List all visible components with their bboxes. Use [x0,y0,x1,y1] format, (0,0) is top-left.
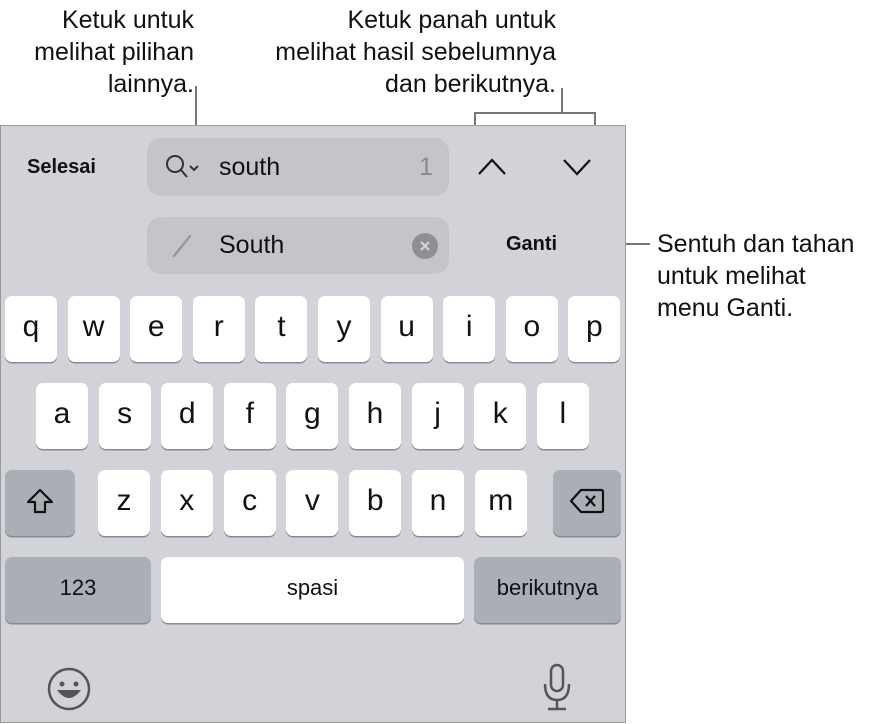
annotation-line: Sentuh dan tahan [657,230,855,258]
clear-icon[interactable] [412,232,438,259]
done-button[interactable]: Selesai [27,156,96,179]
key-u[interactable]: u [380,296,433,362]
key-l[interactable]: l [536,383,589,449]
next-key[interactable]: berikutnya [474,557,621,623]
key-r[interactable]: r [192,296,245,362]
key-x[interactable]: x [160,470,213,536]
callout-bracket-stem [561,88,563,113]
key-g[interactable]: g [286,383,339,449]
key-s[interactable]: s [98,383,151,449]
find-replace-keyboard: Selesai south 1 South Ganti qwertyuiopas… [0,125,626,723]
key-b[interactable]: b [349,470,402,536]
pencil-icon [172,234,192,257]
replace-field[interactable]: South [147,217,449,274]
key-j[interactable]: j [411,383,464,449]
key-q[interactable]: q [5,296,57,362]
search-options-icon[interactable] [163,152,203,182]
annotation-options: Ketuk untuk melihat pilihan lainnya. [34,4,194,100]
annotation-line: menu Ganti. [657,294,794,322]
key-a[interactable]: a [36,383,88,449]
delete-icon [569,488,605,514]
search-field[interactable]: south 1 [147,138,449,196]
key-f[interactable]: f [223,383,276,449]
annotation-arrows: Ketuk panah untuk melihat hasil sebelumn… [275,4,556,100]
key-y[interactable]: y [318,296,370,362]
key-i[interactable]: i [443,296,496,362]
key-h[interactable]: h [349,383,401,449]
annotation-line: melihat hasil sebelumnya [275,38,556,66]
key-c[interactable]: c [223,470,276,536]
shift-icon [26,488,54,514]
key-w[interactable]: w [67,296,120,362]
search-input[interactable]: south [219,153,419,182]
key-m[interactable]: m [474,470,527,536]
space-key[interactable]: spasi [161,557,464,623]
previous-result-icon[interactable] [476,154,508,178]
callout-bracket-left [474,112,476,126]
emoji-icon[interactable] [46,666,92,712]
key-t[interactable]: t [255,296,308,362]
key-k[interactable]: k [474,383,527,449]
replace-input[interactable]: South [219,231,412,260]
annotation-line: melihat pilihan [34,38,194,66]
annotation-line: untuk melihat [657,262,806,290]
next-result-icon[interactable] [561,156,593,180]
key-d[interactable]: d [161,383,214,449]
annotation-line: dan berikutnya. [385,70,556,98]
key-o[interactable]: o [505,296,558,362]
annotation-line: Ketuk untuk [61,6,194,34]
annotation-replace: Sentuh dan tahan untuk melihat menu Gant… [657,228,854,324]
replace-button[interactable]: Ganti [506,233,557,256]
delete-key[interactable] [553,470,621,536]
key-n[interactable]: n [412,470,464,536]
shift-key[interactable] [5,470,75,536]
annotation-line: lainnya. [107,70,194,98]
key-z[interactable]: z [98,470,150,536]
key-e[interactable]: e [130,296,183,362]
callout-bracket-right [594,112,596,126]
annotation-line: Ketuk panah untuk [347,6,557,34]
numbers-key[interactable]: 123 [5,557,151,623]
microphone-icon[interactable] [541,662,573,712]
match-count: 1 [419,152,433,181]
key-p[interactable]: p [568,296,621,362]
callout-bracket [474,112,596,114]
key-v[interactable]: v [286,470,339,536]
